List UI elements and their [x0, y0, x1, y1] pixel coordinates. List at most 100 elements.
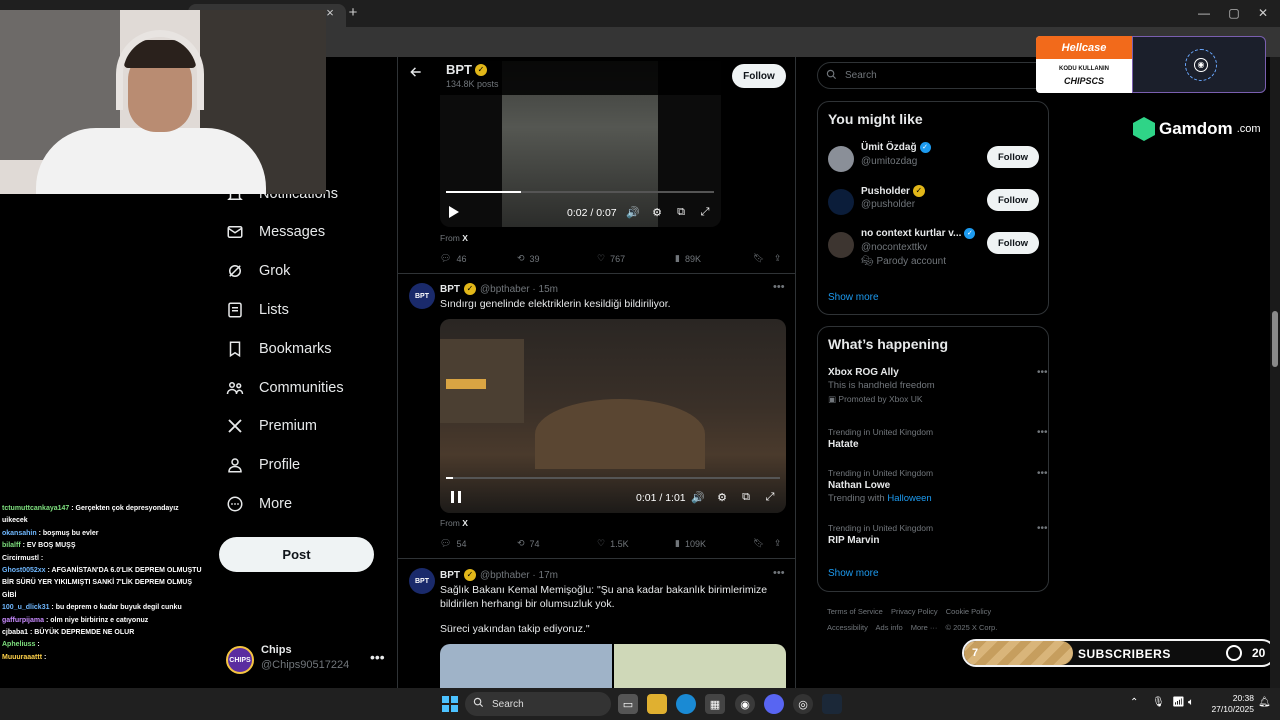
footer-link[interactable]: Ads info	[876, 623, 903, 632]
avatar[interactable]: BPT	[409, 283, 435, 309]
grok-icon	[225, 261, 245, 281]
close-window-button[interactable]: ✕	[1252, 5, 1274, 21]
account-switcher[interactable]: CHIPS Chips @Chips90517224 •••	[226, 642, 386, 676]
subscriber-goal-bar: 7 SUBSCRIBERS 20	[962, 639, 1276, 667]
nav-messages[interactable]: Messages	[225, 218, 325, 246]
tweet-more-icon[interactable]: •••	[773, 281, 785, 293]
footer-link[interactable]: Cookie Policy	[946, 607, 991, 616]
more-options-icon[interactable]: •••	[370, 649, 385, 665]
repost-button[interactable]: ⟲ 74	[517, 538, 540, 549]
scrollbar-thumb[interactable]	[1272, 311, 1278, 367]
repost-icon: ⟲	[517, 538, 525, 548]
pause-icon[interactable]	[448, 489, 464, 505]
trend-more-icon[interactable]: •••	[1037, 468, 1048, 479]
windows-start-icon[interactable]	[440, 694, 460, 714]
video-progress[interactable]	[446, 477, 780, 479]
suggested-account[interactable]: no context kurtlar v... ✓ @nocontexttkv 🎭…	[828, 228, 1040, 272]
footer-link[interactable]: More ···	[911, 623, 938, 632]
tweet-more-icon[interactable]: •••	[773, 567, 785, 579]
speaker-icon[interactable]: 🔈︎	[1188, 697, 1194, 708]
notification-bell-icon[interactable]: 🔔︎	[1258, 697, 1271, 708]
repost-button[interactable]: ⟲ 39	[517, 253, 540, 264]
reply-button[interactable]: 💬︎ 46	[440, 253, 466, 264]
share-button[interactable]: ⇪	[774, 538, 782, 549]
trend-more-icon[interactable]: •••	[1037, 523, 1048, 534]
video-progress[interactable]	[446, 191, 714, 193]
author-name[interactable]: BPT	[440, 570, 460, 581]
system-clock[interactable]: 20:38 27/10/2025	[1208, 693, 1254, 715]
fullscreen-icon[interactable]: ⤢	[763, 490, 777, 504]
microphone-icon[interactable]: 🎙︎	[1152, 697, 1165, 708]
nav-bookmarks[interactable]: Bookmarks	[225, 335, 332, 363]
fullscreen-icon[interactable]: ⤢	[698, 205, 712, 219]
author-name[interactable]: BPT	[440, 284, 460, 295]
nav-profile[interactable]: Profile	[225, 451, 300, 479]
suggested-account[interactable]: Ümit Özdağ ✓ @umitozdag Follow	[828, 142, 1040, 180]
tweet-image[interactable]	[440, 644, 612, 688]
reply-button[interactable]: 💬︎ 54	[440, 538, 466, 549]
taskbar-search[interactable]: Search	[465, 692, 611, 716]
volume-icon[interactable]: 🔊	[691, 490, 705, 504]
trend-item[interactable]: Trending in United Kingdom Hatate •••	[828, 427, 1048, 450]
avatar[interactable]: BPT	[409, 568, 435, 594]
nav-communities[interactable]: Communities	[225, 374, 344, 402]
volume-icon[interactable]: 🔊	[626, 205, 640, 219]
post-button[interactable]: Post	[219, 537, 374, 572]
follow-button[interactable]: Follow	[987, 146, 1039, 168]
follow-button[interactable]: Follow	[987, 189, 1039, 211]
settings-gear-icon[interactable]: ⚙	[650, 205, 664, 219]
bookmark-button[interactable]: 🔖︎	[753, 538, 764, 549]
chat-text: :	[38, 554, 44, 562]
minimize-button[interactable]: —	[1193, 5, 1215, 21]
store-icon[interactable]: ▦	[705, 694, 725, 714]
page-scrollbar[interactable]	[1270, 57, 1280, 688]
nav-more[interactable]: More	[225, 490, 292, 518]
pip-icon[interactable]: ⧉	[674, 205, 688, 219]
new-tab-button[interactable]: +	[345, 5, 361, 21]
nav-premium[interactable]: Premium	[225, 412, 317, 440]
steam-icon[interactable]	[822, 694, 842, 714]
trend-more-icon[interactable]: •••	[1037, 367, 1048, 378]
discord-icon[interactable]	[764, 694, 784, 714]
maximize-button[interactable]: ▢	[1223, 5, 1245, 21]
nav-lists[interactable]: Lists	[225, 296, 289, 324]
nav-grok[interactable]: Grok	[225, 257, 290, 285]
like-button[interactable]: ♡ 767	[597, 253, 625, 264]
suggested-name: Ümit Özdağ ✓	[861, 142, 931, 153]
back-arrow-icon[interactable]	[409, 65, 423, 82]
bookmark-button[interactable]: 🔖︎	[753, 253, 764, 264]
tweet-video[interactable]: 0:01 / 1:01 🔊 ⚙ ⧉ ⤢	[440, 319, 786, 513]
footer-link[interactable]: Terms of Service	[827, 607, 883, 616]
search-input[interactable]: Search	[817, 62, 1049, 89]
show-more-link[interactable]: Show more	[828, 292, 879, 303]
pip-icon[interactable]: ⧉	[739, 490, 753, 504]
trend-item[interactable]: Trending in United Kingdom RIP Marvin ••…	[828, 523, 1048, 546]
task-view-icon[interactable]: ▭	[618, 694, 638, 714]
show-more-link[interactable]: Show more	[828, 568, 879, 579]
play-icon[interactable]	[446, 204, 462, 220]
trend-more-icon[interactable]: •••	[1037, 427, 1048, 438]
follow-button[interactable]: Follow	[732, 64, 786, 88]
footer-link[interactable]: Accessibility	[827, 623, 868, 632]
trend-with-link[interactable]: Halloween	[887, 493, 931, 504]
follow-button[interactable]: Follow	[987, 232, 1039, 254]
views-button[interactable]: ▮ 89K	[675, 253, 701, 264]
trend-item[interactable]: Trending in United Kingdom Nathan Lowe T…	[828, 468, 1048, 504]
obs-icon[interactable]: ◎	[793, 694, 813, 714]
trend-item[interactable]: Xbox ROG Ally This is handheld freedom ▣…	[828, 367, 1048, 405]
clock-date: 27/10/2025	[1211, 704, 1254, 714]
tweet-image-map[interactable]	[614, 644, 786, 688]
chrome-icon[interactable]: ◉	[735, 694, 755, 714]
tray-chevron-icon[interactable]: ⌃	[1130, 697, 1138, 708]
settings-gear-icon[interactable]: ⚙	[715, 490, 729, 504]
views-button[interactable]: ▮ 109K	[675, 538, 706, 549]
footer-link[interactable]: Privacy Policy	[891, 607, 938, 616]
tweet-header: BPT ✓ @bpthaber · 15m	[440, 283, 558, 295]
edge-browser-icon[interactable]	[676, 694, 696, 714]
wifi-icon[interactable]: 📶︎	[1172, 697, 1185, 708]
file-explorer-icon[interactable]	[647, 694, 667, 714]
share-button[interactable]: ⇪	[774, 253, 782, 264]
suggested-account[interactable]: Pusholder ✓ @pusholder Follow	[828, 185, 1040, 223]
like-button[interactable]: ♡ 1.5K	[597, 538, 629, 549]
bookmark-icon: 🔖︎	[753, 253, 765, 263]
